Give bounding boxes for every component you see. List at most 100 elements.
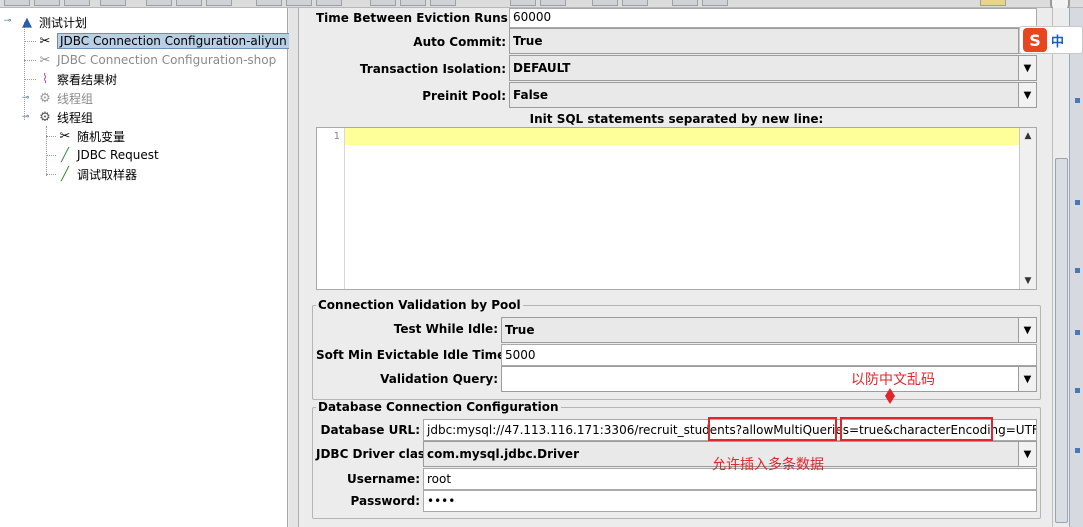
tree-item-label: 调试取样器 bbox=[77, 167, 138, 182]
wrench-icon: ✂ bbox=[39, 52, 51, 68]
toolbar-button[interactable] bbox=[206, 0, 232, 6]
toolbar-button[interactable] bbox=[592, 0, 618, 6]
transaction-isolation-select[interactable]: DEFAULT ▼ bbox=[509, 55, 1037, 81]
validation-query-select[interactable]: ▼ bbox=[501, 366, 1037, 392]
toolbar-button[interactable] bbox=[146, 0, 172, 6]
toolbar-button[interactable] bbox=[370, 0, 396, 6]
toolbar-button[interactable] bbox=[510, 0, 536, 6]
tree-connector bbox=[24, 60, 36, 61]
tree-connector bbox=[46, 136, 56, 137]
tree-connector bbox=[46, 174, 56, 175]
chevron-down-icon[interactable]: ▼ bbox=[1018, 318, 1036, 342]
tree-item-random-variable[interactable]: ✂ 随机变量 bbox=[56, 127, 125, 145]
scrollbar-thumb[interactable] bbox=[1055, 158, 1068, 523]
toolbar-button[interactable] bbox=[400, 0, 426, 6]
tree-item-jdbc-request[interactable]: ╱ JDBC Request bbox=[56, 146, 159, 164]
test-while-idle-select[interactable]: True ▼ bbox=[501, 317, 1037, 343]
tree-item-label: JDBC Connection Configuration-shop bbox=[57, 53, 277, 67]
toolbar-button[interactable] bbox=[316, 0, 342, 6]
init-sql-label: Init SQL statements separated by new lin… bbox=[529, 112, 824, 126]
collapse-toggle-icon[interactable]: ⊸ bbox=[21, 113, 30, 122]
strip-marker bbox=[1075, 98, 1080, 103]
wrench-icon: ✂ bbox=[39, 33, 51, 49]
annotation-encoding-note: 以防中文乱码 bbox=[851, 372, 935, 388]
editor-scrollbar[interactable]: ▲ ▼ bbox=[1019, 128, 1036, 289]
pane-splitter[interactable] bbox=[289, 8, 299, 527]
tree-item-label: 线程组 bbox=[57, 110, 94, 125]
database-url-label: Database URL: bbox=[320, 423, 420, 437]
side-panel-strip bbox=[1069, 8, 1083, 527]
tree-item-debug-sampler[interactable]: ╱ 调试取样器 bbox=[56, 165, 137, 183]
ime-indicator[interactable]: S 中 bbox=[1019, 26, 1083, 54]
results-tree-icon: ⌇ bbox=[41, 71, 49, 87]
tree-connector bbox=[24, 79, 36, 80]
test-idle-value: True bbox=[505, 323, 535, 337]
current-line-highlight bbox=[345, 128, 1020, 145]
toolbar-button[interactable] bbox=[256, 0, 282, 6]
strip-marker bbox=[1075, 448, 1080, 453]
tree-item-label: 随机变量 bbox=[77, 129, 126, 144]
tree-item-thread-group-disabled[interactable]: ⚙ 线程组 bbox=[36, 89, 93, 107]
chevron-down-icon[interactable]: ▼ bbox=[1018, 367, 1036, 391]
wrench-icon: ✂ bbox=[59, 128, 71, 144]
annotation-box-allow-multi bbox=[708, 417, 837, 441]
toolbar-button[interactable] bbox=[430, 0, 456, 6]
soft-min-label: Soft Min Evictable Idle Time(ms): bbox=[316, 348, 541, 362]
main-scrollbar[interactable] bbox=[1052, 8, 1069, 527]
strip-marker bbox=[1075, 200, 1080, 205]
expand-toggle-icon[interactable]: ⊸ bbox=[21, 94, 30, 103]
tree-connector bbox=[46, 155, 56, 156]
tree-item-test-plan[interactable]: ▲ 测试计划 bbox=[18, 13, 87, 31]
toolbar-button[interactable] bbox=[286, 0, 312, 6]
collapse-toggle-icon[interactable]: ⊸ bbox=[3, 17, 12, 26]
toolbar bbox=[0, 0, 1083, 8]
scroll-up-icon[interactable]: ▲ bbox=[1020, 128, 1036, 144]
init-sql-editor[interactable]: 1 ▲ ▼ bbox=[316, 127, 1037, 290]
strip-marker bbox=[1075, 268, 1080, 273]
auto-commit-label: Auto Commit: bbox=[413, 35, 506, 49]
annotation-multi-query-note: 允许插入多条数据 bbox=[712, 457, 824, 473]
toolbar-button[interactable] bbox=[672, 0, 698, 6]
tree-item-results-tree[interactable]: ⌇ 察看结果树 bbox=[36, 70, 117, 88]
tree-item-jdbc-aliyun[interactable]: ✂ JDBC Connection Configuration-aliyun bbox=[36, 32, 290, 50]
tree-item-thread-group[interactable]: ⚙ 线程组 bbox=[36, 108, 93, 126]
line-number-gutter: 1 bbox=[317, 128, 345, 289]
strip-marker bbox=[1075, 330, 1080, 335]
tree-item-jdbc-shop[interactable]: ✂ JDBC Connection Configuration-shop bbox=[36, 51, 277, 69]
toolbar-button[interactable] bbox=[34, 0, 60, 6]
toolbar-button[interactable] bbox=[64, 0, 90, 6]
chevron-down-icon[interactable]: ▼ bbox=[1018, 442, 1036, 466]
preinit-pool-select[interactable]: False ▼ bbox=[509, 82, 1037, 108]
soft-min-evictable-input[interactable]: 5000 bbox=[501, 344, 1037, 366]
toolbar-button[interactable] bbox=[176, 0, 202, 6]
toolbar-button[interactable] bbox=[702, 0, 728, 6]
tree-connector bbox=[24, 41, 36, 42]
chevron-down-icon[interactable]: ▼ bbox=[1018, 56, 1036, 80]
isolation-label: Transaction Isolation: bbox=[359, 62, 506, 76]
auto-commit-select[interactable]: True ▼ bbox=[509, 28, 1037, 54]
test-plan-tree: ⊸ ⊸ ⊸ ▲ 测试计划 ✂ JDBC Connection Configura… bbox=[0, 8, 290, 527]
line-number: 1 bbox=[333, 131, 340, 142]
toolbar-button[interactable] bbox=[4, 0, 30, 6]
pipette-icon: ╱ bbox=[61, 166, 69, 182]
toolbar-button[interactable] bbox=[622, 0, 648, 6]
toolbar-button[interactable] bbox=[540, 0, 566, 6]
scroll-down-icon[interactable]: ▼ bbox=[1020, 273, 1036, 289]
toolbar-button[interactable] bbox=[980, 0, 1006, 6]
preinit-label: Preinit Pool: bbox=[422, 89, 506, 103]
toolbar-button[interactable] bbox=[100, 0, 126, 6]
tree-item-label: 线程组 bbox=[57, 91, 94, 106]
jdbc-config-panel: Time Between Eviction Runs (ms): 60000 A… bbox=[300, 8, 1052, 527]
password-input[interactable]: •••• bbox=[423, 490, 1037, 512]
strip-marker bbox=[1075, 388, 1080, 393]
auto-commit-value: True bbox=[513, 34, 543, 48]
preinit-value: False bbox=[513, 88, 548, 102]
driver-class-label: JDBC Driver class: bbox=[316, 447, 438, 461]
chevron-down-icon[interactable]: ▼ bbox=[1018, 83, 1036, 107]
eviction-runs-input[interactable]: 60000 bbox=[509, 8, 1037, 28]
ime-language: 中 bbox=[1051, 34, 1065, 50]
annotation-box-encoding bbox=[840, 417, 993, 441]
tree-item-label: 察看结果树 bbox=[57, 72, 118, 87]
isolation-value: DEFAULT bbox=[513, 61, 571, 75]
username-label: Username: bbox=[346, 472, 420, 486]
